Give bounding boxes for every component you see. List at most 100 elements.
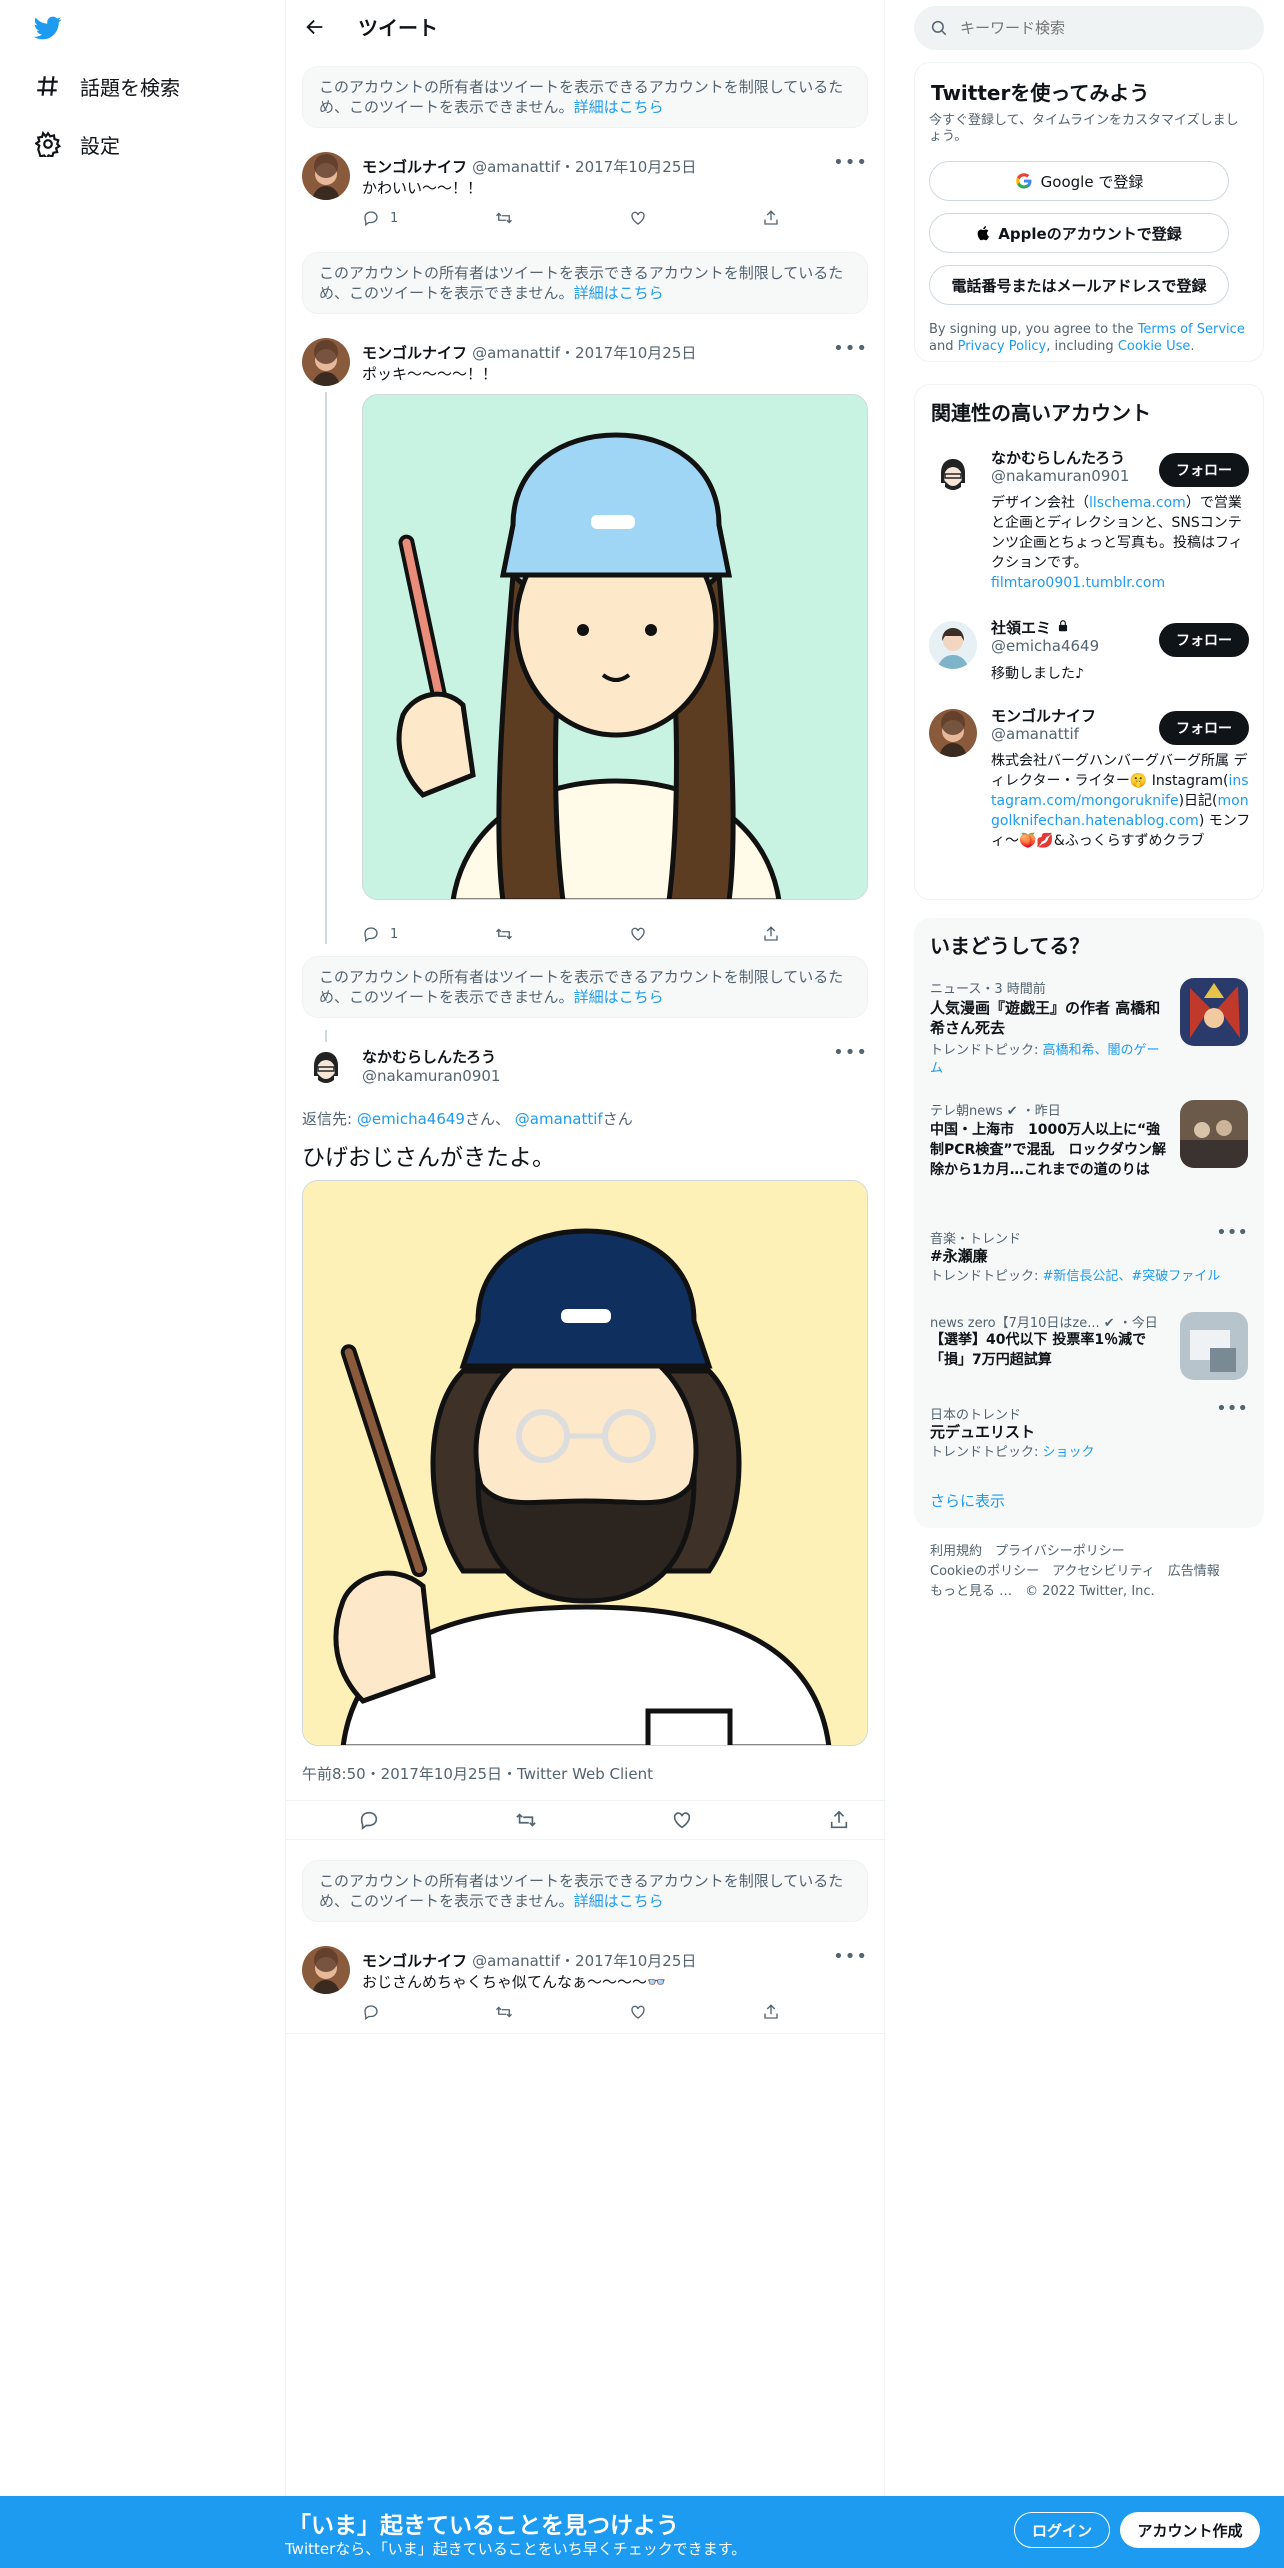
search-box[interactable]	[914, 6, 1264, 50]
more-icon[interactable]: •••	[833, 152, 868, 173]
author-name[interactable]: モンゴルナイフ	[362, 344, 467, 362]
back-arrow-icon[interactable]	[300, 12, 330, 42]
reply-to-line: 返信先: @emicha4649さん、 @amanattifさん	[302, 1108, 633, 1129]
avatar[interactable]	[929, 451, 977, 499]
more-icon[interactable]: •••	[833, 1042, 868, 1063]
tweet[interactable]: モンゴルナイフ @amanattif・2017年10月25日 ••• ポッキ〜〜…	[286, 338, 886, 950]
avatar[interactable]	[929, 709, 977, 757]
retweet-button[interactable]	[495, 208, 595, 228]
retweet-button[interactable]	[495, 2002, 595, 2022]
trend-item[interactable]: news zero【7月10日はze... ✔ ・今日 【選挙】40代以下 投票…	[914, 1312, 1264, 1392]
twitter-logo-icon[interactable]	[32, 14, 64, 42]
author-name[interactable]: モンゴルナイフ	[362, 158, 467, 176]
more-icon[interactable]: •••	[1216, 1398, 1248, 1419]
author-handle[interactable]: @amanattif	[472, 1952, 560, 1970]
tweet-header: モンゴルナイフ @amanattif・2017年10月25日	[362, 158, 697, 176]
retweet-button[interactable]	[495, 924, 595, 944]
reply-button[interactable]	[362, 2002, 462, 2022]
account-handle[interactable]: @emicha4649	[991, 637, 1099, 655]
author-name[interactable]: なかむらしんたろう	[362, 1046, 500, 1067]
footer-line[interactable]: もっと見る … © 2022 Twitter, Inc.	[930, 1582, 1220, 1602]
cookie-link[interactable]: Cookie Use	[1118, 339, 1191, 354]
learn-more-link[interactable]: 詳細はこちら	[574, 98, 664, 116]
learn-more-link[interactable]: 詳細はこちら	[574, 1892, 664, 1910]
apple-signup-label: Appleのアカウントで登録	[998, 224, 1182, 243]
bio-link[interactable]: llschema.com	[1089, 495, 1186, 511]
trend-title: 元デュエリスト	[930, 1423, 1036, 1441]
trend-item[interactable]: ニュース・3 時間前 人気漫画『遊戯王』の作者 高橋和希さん死去 トレンドトピッ…	[914, 978, 1264, 1088]
trend-item[interactable]: テレ朝news ✔ ・昨日 中国・上海市 1000万人以上に“強制PCR検査”で…	[914, 1100, 1264, 1210]
signup-button[interactable]: アカウント作成	[1120, 2512, 1260, 2548]
focused-tweet: なかむらしんたろう @nakamuran0901 ••• 返信先: @emich…	[286, 1030, 886, 1840]
reply-button[interactable]	[358, 1810, 458, 1830]
share-button[interactable]	[762, 2002, 792, 2022]
more-icon[interactable]: •••	[1216, 1222, 1248, 1243]
account-item[interactable]: モンゴルナイフ @amanattif フォロー 株式会社バーグハンバーグバーグ所…	[915, 705, 1265, 895]
footer-line[interactable]: 利用規約 プライバシーポリシー	[930, 1542, 1220, 1562]
reply-button[interactable]: 1	[362, 208, 462, 228]
trend-item[interactable]: 音楽・トレンド #永瀬廉 トレンドトピック: #新信長公記、#突破ファイル ••…	[914, 1222, 1264, 1298]
tweet-timestamp[interactable]: 午前8:50・2017年10月25日・Twitter Web Client	[302, 1763, 653, 1784]
account-name[interactable]: 社領エミ	[991, 619, 1051, 637]
account-name[interactable]: なかむらしんたろう	[991, 447, 1125, 468]
reply-to-link[interactable]: @emicha4649	[357, 1110, 465, 1128]
google-signup-label: Google で登録	[1040, 172, 1144, 191]
author-handle[interactable]: @amanattif	[472, 344, 560, 362]
google-signup-button[interactable]: Google で登録	[929, 161, 1229, 201]
show-more-link[interactable]: さらに表示	[930, 1490, 1005, 1511]
tweet-image[interactable]	[362, 394, 868, 900]
privacy-link[interactable]: Privacy Policy	[958, 339, 1047, 354]
tweet-image[interactable]	[302, 1180, 868, 1746]
terms-link[interactable]: Terms of Service	[1138, 322, 1245, 337]
reply-button[interactable]: 1	[362, 924, 462, 944]
retweet-button[interactable]	[515, 1810, 615, 1830]
like-button[interactable]	[629, 208, 729, 228]
account-item[interactable]: 社領エミ @emicha4649 フォロー 移動しました♪	[915, 617, 1265, 687]
follow-button[interactable]: フォロー	[1159, 623, 1249, 657]
apple-signup-button[interactable]: Appleのアカウントで登録	[929, 213, 1229, 253]
account-name[interactable]: モンゴルナイフ	[991, 705, 1096, 726]
like-button[interactable]	[629, 924, 729, 944]
search-input[interactable]	[960, 19, 1240, 37]
learn-more-link[interactable]: 詳細はこちら	[574, 284, 664, 302]
trend-topic-link[interactable]: ショック	[1043, 1445, 1095, 1460]
share-button[interactable]	[828, 1810, 858, 1830]
tweet-text: かわいい〜〜！！	[362, 179, 483, 197]
avatar[interactable]	[302, 338, 350, 386]
share-button[interactable]	[762, 924, 792, 944]
author-name[interactable]: モンゴルナイフ	[362, 1952, 467, 1970]
tweet-date[interactable]: 2017年10月25日	[575, 344, 696, 362]
trend-title: #永瀬廉	[930, 1247, 988, 1265]
nav-explore[interactable]: 話題を検索	[34, 66, 180, 106]
more-icon[interactable]: •••	[833, 338, 868, 359]
learn-more-link[interactable]: 詳細はこちら	[574, 988, 664, 1006]
follow-button[interactable]: フォロー	[1159, 711, 1249, 745]
phone-email-signup-button[interactable]: 電話番号またはメールアドレスで登録	[929, 265, 1229, 305]
nav-settings[interactable]: 設定	[34, 124, 120, 164]
avatar[interactable]	[302, 152, 350, 200]
author-handle[interactable]: @nakamuran0901	[362, 1067, 500, 1085]
tweet-date[interactable]: 2017年10月25日	[575, 158, 696, 176]
like-button[interactable]	[671, 1810, 771, 1830]
reply-to-link[interactable]: @amanattif	[515, 1110, 603, 1128]
reply-suffix: さん、	[464, 1110, 510, 1128]
share-button[interactable]	[762, 208, 792, 228]
account-item[interactable]: なかむらしんたろう @nakamuran0901 フォロー デザイン会社（lls…	[915, 447, 1265, 597]
avatar[interactable]	[302, 1946, 350, 1994]
more-icon[interactable]: •••	[833, 1946, 868, 1967]
author-handle[interactable]: @amanattif	[472, 158, 560, 176]
account-handle[interactable]: @amanattif	[991, 725, 1079, 743]
trend-item[interactable]: 日本のトレンド 元デュエリスト トレンドトピック: ショック •••	[914, 1398, 1264, 1474]
follow-button[interactable]: フォロー	[1159, 453, 1249, 487]
trend-topic-link[interactable]: #新信長公記、#突破ファイル	[1043, 1269, 1221, 1284]
like-button[interactable]	[629, 2002, 729, 2022]
footer-line[interactable]: Cookieのポリシー アクセシビリティ 広告情報	[930, 1562, 1220, 1582]
avatar[interactable]	[929, 621, 977, 669]
account-handle[interactable]: @nakamuran0901	[991, 467, 1129, 485]
tweet[interactable]: モンゴルナイフ @amanattif・2017年10月25日 ••• おじさんめ…	[286, 1946, 886, 2034]
bio-link[interactable]: filmtaro0901.tumblr.com	[991, 575, 1165, 591]
avatar[interactable]	[302, 1044, 350, 1092]
tweet[interactable]: モンゴルナイフ @amanattif・2017年10月25日 ••• かわいい〜…	[286, 152, 886, 234]
login-button[interactable]: ログイン	[1014, 2512, 1110, 2548]
tweet-date[interactable]: 2017年10月25日	[575, 1952, 696, 1970]
